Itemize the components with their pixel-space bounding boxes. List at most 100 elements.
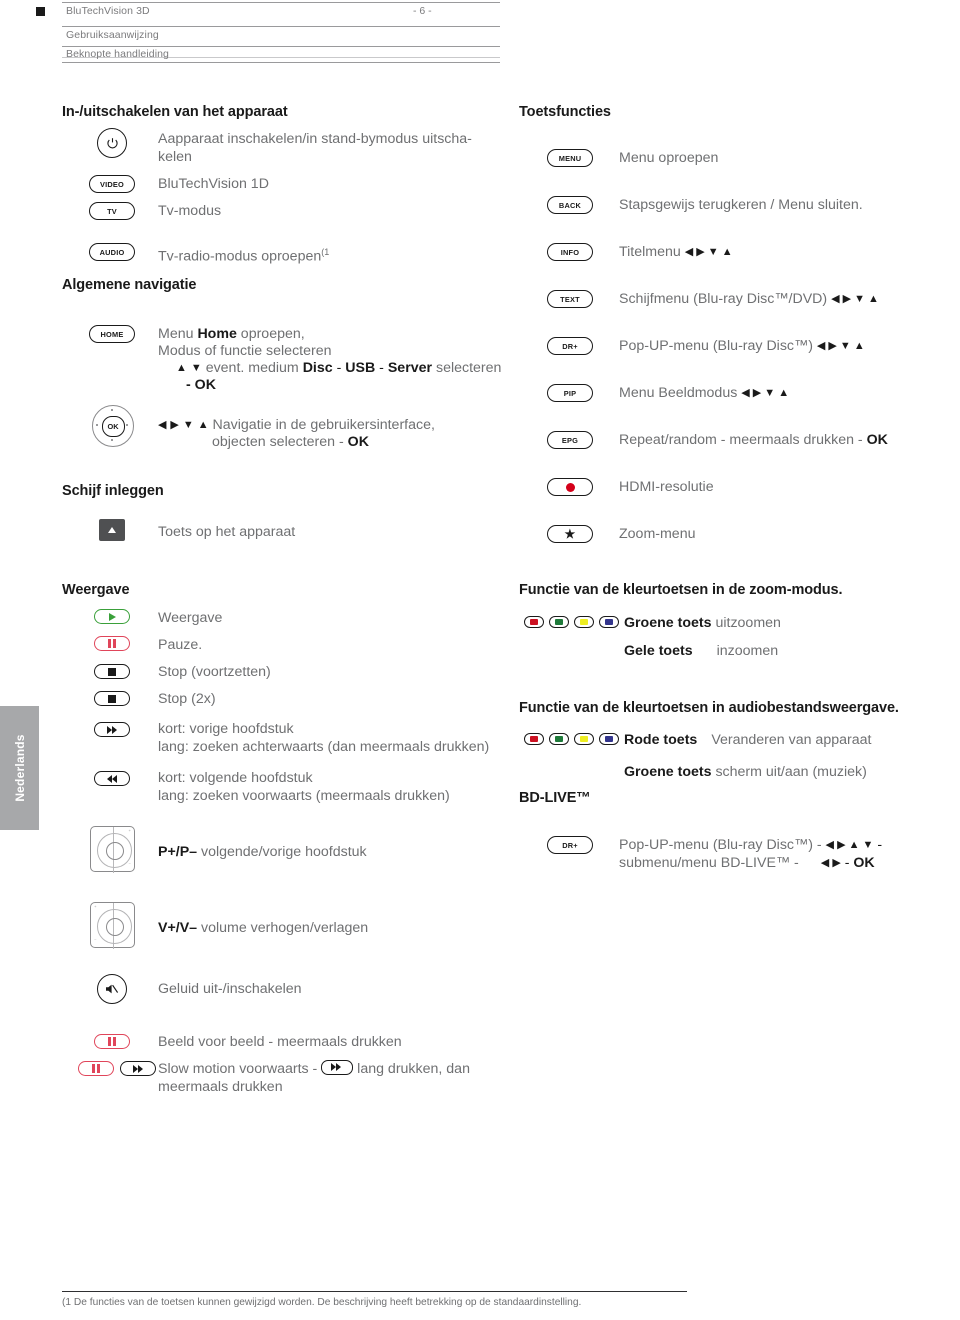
navpad-ok-button[interactable]: OK [101,415,125,437]
nav-home-line4: - OK [186,376,216,394]
arrow-left-icon: ◀ [158,419,167,431]
color-key-blue[interactable] [599,733,619,745]
arrow-cluster-icon: ◀ ▶ ▼ ▲ [684,246,733,258]
arrow-cluster-icon: ◀ ▶ ▲ ▼ [825,839,874,851]
rocker-hole [105,917,124,936]
key-pip[interactable]: PIP [547,384,593,402]
red-swatch-icon [530,619,538,625]
playback-row-4-line1: kort: vorige hoofdstuk [158,721,294,737]
key-tv[interactable]: TV [89,202,135,220]
section-title-navigation: Algemene navigatie [62,277,197,293]
key-epg[interactable]: EPG [547,431,593,449]
nav-home-l1-b: Home [197,326,237,342]
key-slow-pause[interactable] [78,1061,114,1076]
key-drplus[interactable]: DR+ [547,337,593,355]
stop-icon [108,694,116,703]
key-pause[interactable] [94,636,130,651]
arrow-up-icon: ▲ [197,419,209,431]
key-back[interactable]: BACK [547,196,593,214]
navpad-dot-right [126,424,128,426]
navpad-dot-down [111,439,113,441]
rocker-program-text: P+/P– volgende/vorige hoofdstuk [158,843,367,861]
key-slow-forward-inline[interactable] [321,1060,354,1075]
key-frame-step[interactable] [94,1034,130,1049]
color-key-blue[interactable] [599,616,619,628]
key-eject[interactable] [99,519,125,541]
key-slow-forward[interactable] [120,1061,156,1076]
rocker-hole [105,841,124,860]
key-functions-row-1-text: Stapsgewijs terugkeren / Menu sluiten. [619,197,863,213]
key-rocker-volume[interactable]: ⁺ ⁻ [90,902,135,949]
slow-motion-line1: Slow motion voorwaarts - lang drukken, d… [158,1060,470,1078]
pause-icon [108,1037,116,1046]
record-dot-icon [565,482,575,492]
key-rewind[interactable] [94,771,130,786]
rocker-program-label: P+/P– [158,844,198,860]
arrow-cluster-icon: ◀ ▶ ▼ ▲ [816,340,865,352]
footer-rule [62,1291,687,1292]
key-video[interactable]: VIDEO [89,175,135,193]
section-title-disc: Schijf inleggen [62,483,164,499]
section-title-bdlive: BD-LIVE™ [519,790,591,806]
power-row-0-text: Aapparaat inschakelen/in stand-bymodus u… [158,130,508,166]
key-record[interactable] [547,478,593,496]
power-row-2-text: Tv-modus [158,203,222,219]
key-info[interactable]: INFO [547,243,593,261]
rocker-mark-top-left: ⁺ [94,905,97,911]
blue-swatch-icon [605,736,613,742]
zoom-mode-row2-text: inzoomen [716,643,779,659]
nav-home-l1-c: oproepen, [236,326,305,342]
key-mute[interactable] [97,974,127,1004]
frame-step-text: Beeld voor beeld - meermaals drukken [158,1034,402,1050]
key-stop-1[interactable] [94,664,130,679]
key-drplus-bdlive[interactable]: DR+ [547,836,593,854]
bdlive-line2-bold: OK [853,855,875,871]
nav-home-l3-c: - [332,360,346,376]
color-key-green[interactable] [549,616,569,628]
color-key-green[interactable] [549,733,569,745]
language-side-tab: Nederlands [0,706,39,830]
key-menu[interactable]: MENU [547,149,593,167]
kf-row-6-bold: OK [866,432,888,448]
key-rocker-program[interactable]: ⁺ ⁻ [90,826,135,873]
key-fast-forward[interactable] [94,722,130,737]
fast-forward-icon [331,1063,342,1071]
nav-home-line3: ▲ ▼ event. medium Disc - USB - Server se… [176,359,501,377]
color-key-red[interactable] [524,733,544,745]
arrow-down-icon: ▼ [182,419,194,431]
key-stop-2[interactable] [94,691,130,706]
color-key-red[interactable] [524,616,544,628]
key-navigation-pad[interactable]: OK [89,402,135,448]
fast-forward-icon [107,725,117,734]
rocker-mark-bottom-right: ⁻ [128,862,131,868]
header-rule-1 [62,2,500,3]
key-audio[interactable]: AUDIO [89,243,135,261]
playback-row-5-line1: kort: volgende hoofdstuk [158,770,313,786]
language-side-tab-label: Nederlands [12,734,27,802]
key-functions-row-2-text: Titelmenu ◀ ▶ ▼ ▲ [619,243,733,261]
key-star[interactable]: ★ [547,525,593,543]
eject-icon [108,527,116,533]
fast-forward-icon [133,1064,143,1073]
header-page-number: - 6 - [413,5,432,17]
audio-mode-row2-bold: Groene toets [624,764,712,780]
key-home[interactable]: HOME [89,325,135,343]
color-key-yellow[interactable] [574,733,594,745]
key-power[interactable] [97,128,127,158]
key-text[interactable]: TEXT [547,290,593,308]
nav-home-l3-g: selecteren [432,360,502,376]
bdlive-line1: Pop-UP-menu (Blu-ray Disc™) - ◀ ▶ ▲ ▼ - [619,836,882,854]
bdlive-line1-b: - [873,837,883,853]
navpad-dot-left [96,424,98,426]
bdlive-line2-b: - [840,855,854,871]
footer-note: (1 De functies van de toetsen kunnen gew… [62,1297,582,1308]
nav-home-line2: Modus of functie selecteren [158,343,332,359]
key-play[interactable] [94,609,130,624]
color-key-yellow[interactable] [574,616,594,628]
power-row-0-line2: kelen [158,149,192,165]
header-subtitle-1: Gebruiksaanwijzing [66,29,159,41]
playback-row-5-line2: lang: zoeken voorwaarts (meermaals drukk… [158,788,450,804]
yellow-swatch-icon [580,619,588,625]
power-row-3-text: Tv-radio-modus oproepen(1 [158,243,329,266]
section-title-power: In-/uitschakelen van het apparaat [62,104,288,120]
